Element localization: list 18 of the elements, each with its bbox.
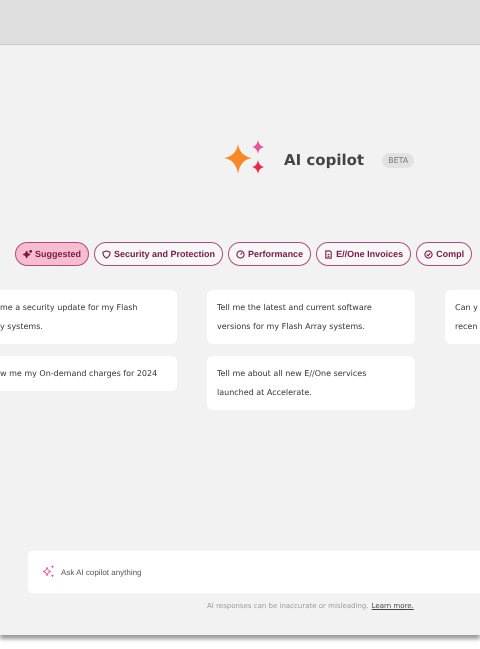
prompt-input[interactable]: Ask AI copilot anything (28, 551, 480, 593)
sparkle-icon (23, 250, 32, 258)
category-chip[interactable]: E//One Invoices (316, 242, 412, 266)
document-icon (324, 250, 334, 258)
suggestion-card[interactable]: Can y recen (445, 290, 480, 344)
category-chip[interactable]: Performance (228, 242, 312, 266)
suggestion-card[interactable]: Tell me about all new E//One services launched at Accelerate. (207, 356, 415, 410)
beta-badge: BETA (382, 152, 414, 168)
category-chip[interactable]: Suggested (15, 242, 90, 266)
gauge-icon (236, 250, 246, 258)
suggestion-card[interactable]: Tell me the latest and current software versions for my Flash Array systems. (207, 290, 415, 344)
check-circle-icon (424, 250, 434, 258)
category-chip[interactable]: Compl (416, 242, 472, 266)
category-chip[interactable]: Security and Protection (94, 242, 224, 266)
suggestion-card[interactable]: w me my On-demand charges for 2024 (0, 356, 177, 391)
app-title: AI copilot (284, 151, 364, 169)
shield-icon (102, 250, 112, 258)
suggestion-card[interactable]: me a security update for my Flash y systems. (0, 290, 177, 344)
